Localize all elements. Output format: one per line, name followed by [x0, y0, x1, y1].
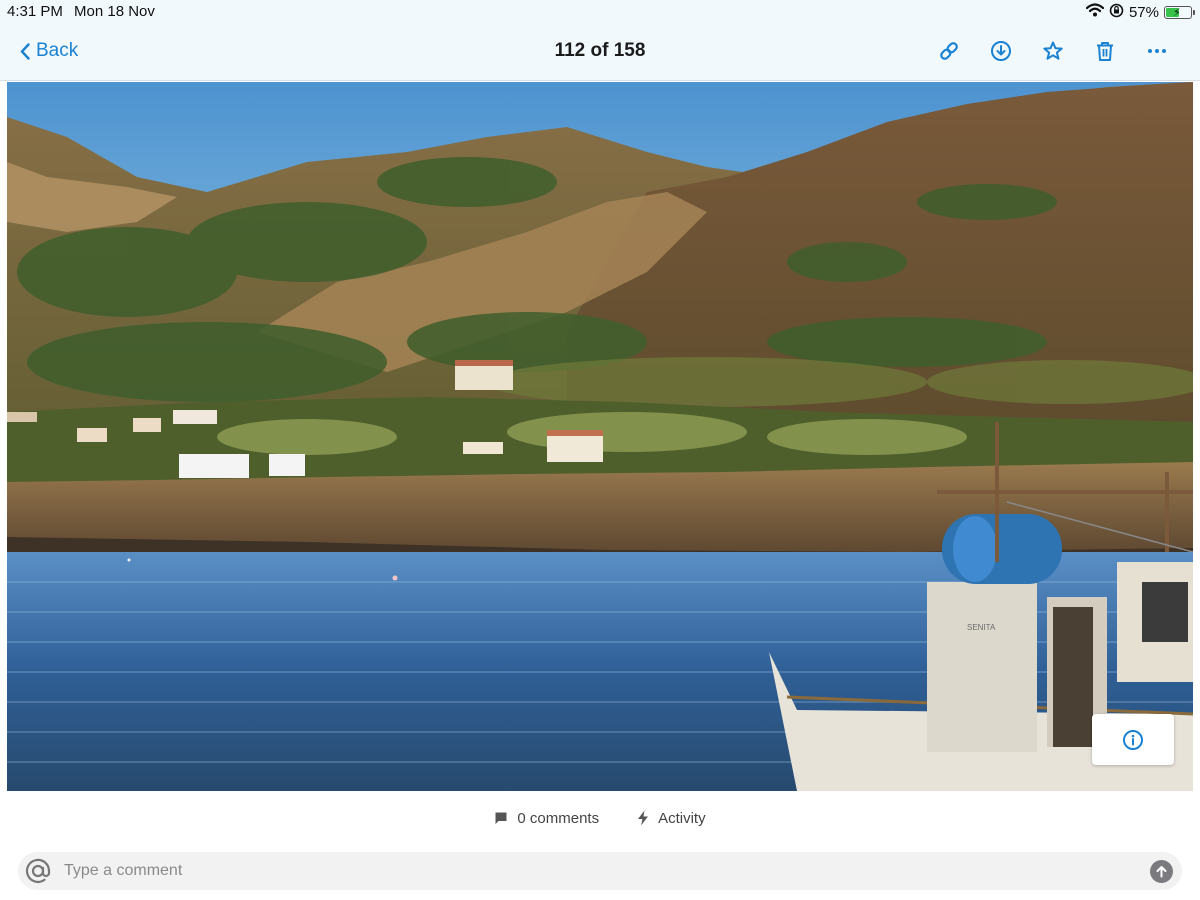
status-bar: 4:31 PM Mon 18 Nov 57% ⚡: [0, 0, 1200, 24]
wifi-icon: [1085, 3, 1105, 21]
lightning-icon: [638, 810, 649, 826]
photo-viewer-screen: 4:31 PM Mon 18 Nov 57% ⚡ Back 112 of 158…: [0, 0, 1200, 900]
battery-charging-icon: ⚡: [1164, 5, 1195, 19]
activity-label: Activity: [658, 809, 706, 827]
battery-percent: 57%: [1128, 3, 1159, 21]
status-time: 4:31 PM: [7, 3, 63, 20]
arrow-up-icon: [1156, 866, 1167, 878]
more-icon[interactable]: [1144, 38, 1170, 64]
mention-icon[interactable]: [24, 857, 52, 885]
comment-input[interactable]: [64, 856, 1124, 886]
toolbar-actions: [936, 38, 1170, 64]
info-icon: [1123, 729, 1143, 750]
bolt-icon: ⚡: [1173, 6, 1181, 19]
info-button[interactable]: [1092, 714, 1174, 765]
comment-icon: [495, 812, 507, 824]
tab-activity[interactable]: Activity: [637, 806, 706, 830]
footer-tabs: 0 comments Activity: [0, 806, 1200, 830]
send-button[interactable]: [1150, 860, 1173, 883]
link-icon[interactable]: [936, 38, 962, 64]
boat-name-label: SENITA: [967, 623, 996, 632]
trash-icon[interactable]: [1092, 38, 1118, 64]
tab-comments[interactable]: 0 comments: [494, 806, 599, 830]
comment-bar: [18, 852, 1182, 890]
star-icon[interactable]: [1040, 38, 1066, 64]
coastal-landscape-photo: SENITA: [7, 82, 1193, 791]
navigation-bar: Back 112 of 158: [0, 24, 1200, 81]
photo-image[interactable]: SENITA: [7, 82, 1193, 791]
orientation-lock-icon: [1109, 3, 1124, 22]
status-date: Mon 18 Nov: [74, 3, 155, 20]
download-icon[interactable]: [988, 38, 1014, 64]
comments-count-label: 0 comments: [517, 809, 600, 827]
status-indicators: 57% ⚡: [1085, 3, 1195, 22]
